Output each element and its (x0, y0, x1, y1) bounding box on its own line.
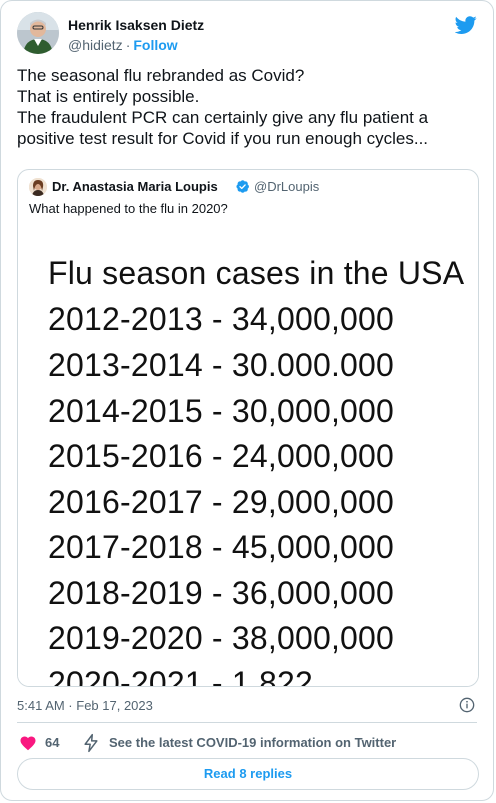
author-handle[interactable]: @hidietz (68, 37, 123, 53)
image-data-line: 2019-2020 - 38,000,000 (48, 620, 395, 656)
tweet-text-line: positive test result for Covid if you ru… (17, 129, 429, 148)
tweet-text-line: That is entirely possible. (17, 87, 200, 106)
read-replies-button[interactable]: Read 8 replies (17, 758, 479, 790)
quoted-author-avatar (29, 178, 47, 196)
like-count[interactable]: 64 (45, 735, 59, 750)
lightning-bolt-icon[interactable] (81, 733, 101, 753)
image-data-line: 2018-2019 - 36,000,000 (48, 575, 395, 611)
follow-link[interactable]: Follow (133, 37, 177, 53)
verified-badge-icon (236, 180, 249, 193)
meta-separator: · (125, 37, 131, 53)
quoted-author-handle: @DrLoupis (254, 179, 320, 194)
image-data-line: 2020-2021 - 1.822 (48, 665, 313, 687)
quoted-tweet-image[interactable]: Flu season cases in the USA 2012-2013 - … (18, 225, 478, 687)
info-icon[interactable] (459, 697, 475, 713)
tweet-text-line: The fraudulent PCR can certainly give an… (17, 108, 429, 127)
tweet-text-line: The seasonal flu rebranded as Covid? (17, 66, 305, 85)
twitter-bird-icon[interactable] (455, 14, 477, 36)
image-data-line: 2012-2013 - 34,000,000 (48, 301, 395, 337)
author-meta: @hidietz · Follow (68, 37, 178, 53)
image-data-line: 2016-2017 - 29,000,000 (48, 484, 395, 520)
tweet-header: Henrik Isaksen Dietz @hidietz · Follow (17, 12, 479, 56)
image-data-line: 2013-2014 - 30.000.000 (48, 347, 395, 383)
divider (17, 722, 477, 723)
author-name[interactable]: Henrik Isaksen Dietz (68, 17, 204, 33)
covid-info-link[interactable]: See the latest COVID-19 information on T… (109, 735, 396, 750)
tweet-text: The seasonal flu rebranded as Covid? Tha… (17, 65, 487, 149)
tweet-card: Henrik Isaksen Dietz @hidietz · Follow The… (0, 0, 494, 801)
quoted-author-name: Dr. Anastasia Maria Loupis (52, 179, 218, 194)
author-avatar[interactable] (17, 12, 59, 54)
quoted-tweet-text: What happened to the flu in 2020? (29, 201, 228, 216)
image-data-line: 2017-2018 - 45,000,000 (48, 529, 395, 565)
quoted-tweet[interactable]: Dr. Anastasia Maria Loupis @DrLoupis Wha… (17, 169, 479, 687)
image-title: Flu season cases in the USA (48, 255, 465, 291)
image-data-line: 2015-2016 - 24,000,000 (48, 438, 395, 474)
tweet-timestamp[interactable]: 5:41 AM · Feb 17, 2023 (17, 698, 153, 713)
tweet-actions: 64 See the latest COVID-19 information o… (17, 732, 477, 754)
image-data-line: 2014-2015 - 30,000,000 (48, 393, 395, 429)
heart-icon[interactable] (19, 734, 37, 752)
